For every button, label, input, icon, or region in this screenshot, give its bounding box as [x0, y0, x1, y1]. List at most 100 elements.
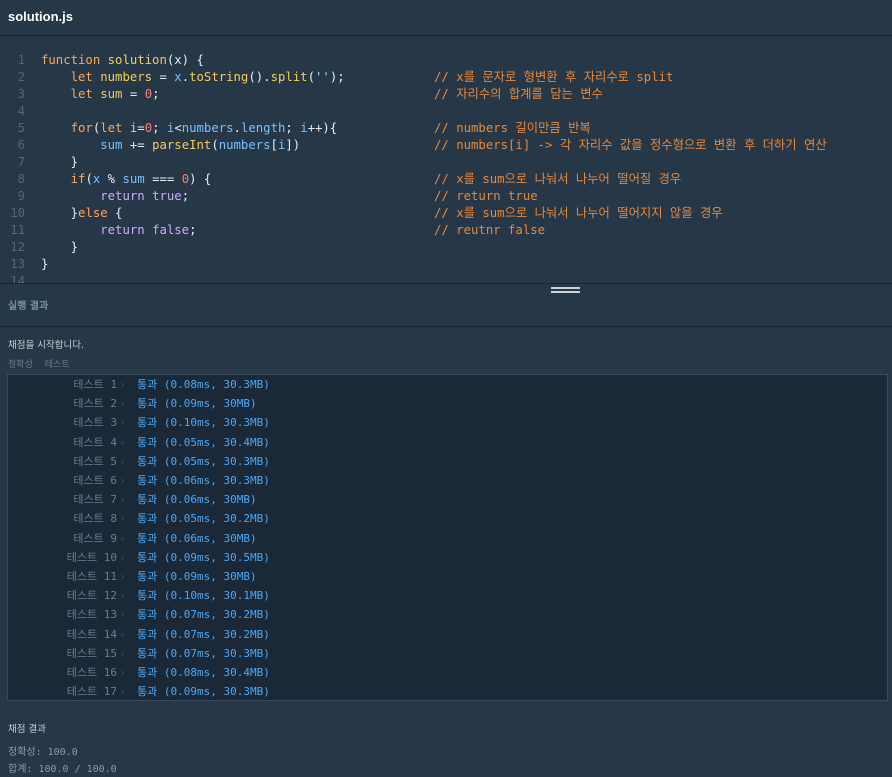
test-name: 테스트 15 [66, 646, 117, 660]
test-name: 테스트 7 [73, 493, 117, 507]
test-result: 통과 (0.10ms, 30.3MB) [137, 416, 270, 430]
code-comment: // x를 sum으로 나눠서 나누어 떨어지지 않을 경우 [434, 206, 723, 220]
code-text: } [41, 257, 49, 271]
chevron-right-icon: › [119, 416, 126, 430]
code-line[interactable]: 12 } [0, 239, 892, 256]
chevron-right-icon: › [119, 512, 126, 526]
chevron-right-icon: › [119, 608, 126, 622]
code-text: } [41, 240, 79, 254]
result-header-title: 실행 결과 [8, 301, 49, 312]
line-number: 5 [17, 121, 25, 135]
test-row: 테스트 8 › 통과 (0.05ms, 30.2MB) [8, 509, 887, 528]
test-result: 통과 (0.05ms, 30.3MB) [137, 454, 270, 468]
test-name: 테스트 3 [73, 416, 117, 430]
line-number: 13 [10, 257, 25, 271]
test-name: 테스트 12 [66, 589, 117, 603]
test-row: 테스트 1 › 통과 (0.08ms, 30.3MB) [8, 375, 887, 394]
code-line[interactable]: 6 sum += parseInt(numbers[i]) // numbers[… [0, 137, 892, 154]
file-tab[interactable]: solution.js [0, 0, 892, 36]
code-editor[interactable]: 1 function solution(x) { 2 let numbers = x… [0, 36, 892, 283]
code-comment: // 자리수의 합계를 담는 변수 [434, 87, 603, 101]
line-number: 10 [10, 206, 25, 220]
result-header: 실행 결과 [0, 285, 892, 327]
test-name: 테스트 11 [66, 570, 117, 583]
test-row: 테스트 14 › 통과 (0.07ms, 30.2MB) [8, 625, 887, 644]
test-result: 통과 (0.08ms, 30.3MB) [137, 378, 270, 391]
code-text: sum += parseInt(numbers[i]) [100, 138, 301, 152]
code-line[interactable]: 1 function solution(x) { [0, 52, 892, 69]
code-line[interactable]: 9 return true; // return true [0, 188, 892, 205]
test-result: 통과 (0.09ms, 30.3MB) [137, 685, 270, 699]
code-line[interactable]: 3 let sum = 0; // 자리수의 합계를 담는 변수 [0, 86, 892, 103]
code-text: let sum = 0; [70, 87, 160, 101]
test-result: 통과 (0.07ms, 30.2MB) [137, 627, 270, 641]
line-number: 12 [10, 240, 25, 254]
test-row: 테스트 12 › 통과 (0.10ms, 30.1MB) [8, 586, 887, 605]
line-number: 14 [10, 274, 25, 283]
test-result: 통과 (0.07ms, 30.3MB) [137, 646, 270, 660]
test-row: 테스트 15 › 통과 (0.07ms, 30.3MB) [8, 644, 887, 663]
code-text: for(let i=0; i<numbers.length; i++){ [70, 121, 338, 135]
code-text: return true; [100, 189, 190, 203]
column-test: 테스트 [44, 360, 70, 370]
chevron-right-icon: › [119, 493, 126, 507]
code-line[interactable]: 2 let numbers = x.toString().split(''); /… [0, 69, 892, 86]
line-number: 1 [17, 53, 25, 67]
chevron-right-icon: › [119, 685, 126, 699]
chevron-right-icon: › [119, 531, 126, 545]
code-line[interactable]: 8 if(x % sum === 0) {// x를 sum으로 나눠서 나누어… [0, 171, 892, 188]
code-line[interactable]: 7 } [0, 154, 892, 171]
grading-start-message: 채점을 시작합니다. [8, 340, 84, 351]
pane-divider [0, 283, 892, 284]
chevron-right-icon: › [119, 589, 126, 603]
test-name: 테스트 6 [73, 474, 117, 487]
test-result: 통과 (0.08ms, 30.4MB) [137, 666, 270, 679]
code-line[interactable]: 13} [0, 256, 892, 273]
line-number: 3 [17, 87, 25, 101]
result-columns: 정확성 테스트 [8, 357, 79, 370]
test-name: 테스트 13 [66, 608, 117, 622]
test-row: 테스트 10 › 통과 (0.09ms, 30.5MB) [8, 548, 887, 567]
summary-accuracy: 정확성: 100.0 [8, 747, 78, 758]
test-result: 통과 (0.05ms, 30.2MB) [137, 512, 270, 526]
test-results-list: 테스트 1 › 통과 (0.08ms, 30.3MB) 테스트 2 › 통과 (0.09m… [7, 374, 888, 701]
test-result: 통과 (0.07ms, 30.2MB) [137, 608, 270, 622]
code-comment: // numbers 길이만큼 반복 [434, 121, 591, 135]
code-line[interactable]: 10 }else { // x를 sum으로 나눠서 나누어 떨어지지 않을 경우 [0, 205, 892, 222]
code-text: return false; [100, 223, 197, 237]
code-line[interactable]: 5 for(let i=0; i<numbers.length; i++){ //… [0, 120, 892, 137]
test-name: 테스트 1 [73, 378, 117, 391]
chevron-right-icon: › [119, 570, 126, 583]
code-text: function solution(x) { [41, 53, 204, 67]
line-number: 9 [17, 189, 25, 203]
chevron-right-icon: › [119, 378, 126, 391]
chevron-right-icon: › [119, 646, 126, 660]
file-tab-label: solution.js [8, 9, 73, 24]
chevron-right-icon: › [119, 474, 126, 487]
test-result: 통과 (0.05ms, 30.4MB) [137, 435, 270, 449]
code-line[interactable]: 14 [0, 273, 892, 283]
resize-handle-icon[interactable] [551, 287, 580, 296]
test-result: 통과 (0.09ms, 30MB) [137, 570, 257, 583]
test-result: 통과 (0.09ms, 30MB) [137, 397, 257, 411]
code-line[interactable]: 4 [0, 103, 892, 120]
test-result: 통과 (0.06ms, 30MB) [137, 493, 257, 507]
test-row: 테스트 4 › 통과 (0.05ms, 30.4MB) [8, 433, 887, 452]
test-row: 테스트 7 › 통과 (0.06ms, 30MB) [8, 490, 887, 509]
summary-title: 채점 결과 [8, 724, 46, 735]
test-name: 테스트 9 [73, 531, 117, 545]
test-result: 통과 (0.06ms, 30.3MB) [137, 474, 270, 487]
code-line[interactable]: 11 return false; // reutnr false [0, 222, 892, 239]
code-comment: // reutnr false [434, 223, 546, 237]
code-comment: // return true [434, 189, 538, 203]
test-name: 테스트 16 [66, 666, 117, 679]
line-number: 11 [10, 223, 25, 237]
test-result: 통과 (0.10ms, 30.1MB) [137, 589, 270, 603]
chevron-right-icon: › [119, 397, 126, 411]
line-number: 4 [17, 104, 25, 118]
test-row: 테스트 9 › 통과 (0.06ms, 30MB) [8, 529, 887, 548]
code-text: let numbers = x.toString().split(''); [70, 70, 345, 84]
chevron-right-icon: › [119, 454, 126, 468]
test-name: 테스트 4 [73, 435, 117, 449]
code-text: }else { [41, 206, 123, 220]
